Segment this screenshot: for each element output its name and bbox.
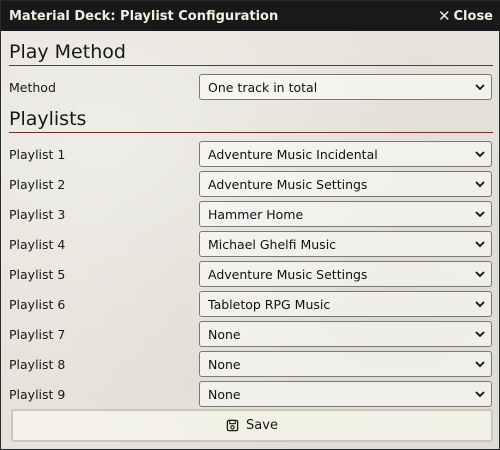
playlist-row: Playlist 8 None — [9, 349, 493, 379]
playlist-row: Playlist 3 Hammer Home — [9, 199, 493, 229]
playlist-label: Playlist 7 — [9, 326, 66, 342]
method-select[interactable]: One track in total — [199, 74, 492, 100]
playlist-select-2[interactable]: Adventure Music Settings — [199, 171, 492, 197]
playlist-row: Playlist 4 Michael Ghelfi Music — [9, 229, 493, 259]
playlist-select-3[interactable]: Hammer Home — [199, 201, 492, 227]
method-row: Method One track in total — [9, 72, 493, 102]
playlists-heading: Playlists — [9, 102, 493, 133]
window-title: Material Deck: Playlist Configuration — [9, 8, 279, 24]
chevron-down-icon — [475, 211, 485, 218]
playlist-label: Playlist 2 — [9, 176, 66, 192]
chevron-down-icon — [475, 361, 485, 368]
playlist-label: Playlist 4 — [9, 236, 66, 252]
playlist-row: Playlist 2 Adventure Music Settings — [9, 169, 493, 199]
playlist-select-7[interactable]: None — [199, 321, 492, 347]
playlist-select-6[interactable]: Tabletop RPG Music — [199, 291, 492, 317]
playlist-select-1[interactable]: Adventure Music Incidental — [199, 141, 492, 167]
chevron-down-icon — [475, 241, 485, 248]
config-window: Material Deck: Playlist Configuration ✕ … — [0, 0, 500, 450]
config-form: Play Method Method One track in total Pl… — [9, 31, 493, 409]
chevron-down-icon — [475, 331, 485, 338]
playlist-row: Playlist 7 None — [9, 319, 493, 349]
playlist-label: Playlist 1 — [9, 146, 66, 162]
playlist-select-value: None — [208, 386, 241, 402]
playlist-label: Playlist 3 — [9, 206, 66, 222]
playlist-list: Playlist 1 Adventure Music Incidental Play… — [9, 139, 493, 409]
playlist-row: Playlist 6 Tabletop RPG Music — [9, 289, 493, 319]
playlist-select-value: Adventure Music Settings — [208, 176, 368, 192]
playlist-select-5[interactable]: Adventure Music Settings — [199, 261, 492, 287]
playlist-select-8[interactable]: None — [199, 351, 492, 377]
close-button[interactable]: ✕ Close — [437, 6, 493, 25]
playlist-select-value: None — [208, 326, 241, 342]
window-titlebar[interactable]: Material Deck: Playlist Configuration ✕ … — [1, 1, 500, 31]
save-icon — [226, 419, 239, 432]
chevron-down-icon — [475, 391, 485, 398]
save-button[interactable]: Save — [11, 409, 493, 442]
playlist-row: Playlist 9 None — [9, 379, 493, 409]
playlist-select-value: Adventure Music Incidental — [208, 146, 378, 162]
playlist-select-value: Hammer Home — [208, 206, 304, 222]
method-select-value: One track in total — [208, 79, 318, 95]
close-icon: ✕ — [437, 6, 451, 25]
playlist-select-value: Adventure Music Settings — [208, 266, 368, 282]
playlist-label: Playlist 8 — [9, 356, 66, 372]
playlist-select-value: Tabletop RPG Music — [208, 296, 331, 312]
playlist-row: Playlist 5 Adventure Music Settings — [9, 259, 493, 289]
chevron-down-icon — [475, 181, 485, 188]
play-method-heading: Play Method — [9, 31, 493, 66]
playlist-label: Playlist 6 — [9, 296, 66, 312]
playlist-select-9[interactable]: None — [199, 381, 492, 407]
chevron-down-icon — [475, 301, 485, 308]
playlist-select-4[interactable]: Michael Ghelfi Music — [199, 231, 492, 257]
chevron-down-icon — [475, 84, 485, 91]
close-label: Close — [453, 8, 493, 24]
playlist-label: Playlist 5 — [9, 266, 66, 282]
playlist-select-value: None — [208, 356, 241, 372]
chevron-down-icon — [475, 151, 485, 158]
playlist-select-value: Michael Ghelfi Music — [208, 236, 337, 252]
method-label: Method — [9, 79, 56, 95]
playlist-label: Playlist 9 — [9, 386, 66, 402]
chevron-down-icon — [475, 271, 485, 278]
save-label: Save — [246, 418, 278, 433]
playlist-row: Playlist 1 Adventure Music Incidental — [9, 139, 493, 169]
